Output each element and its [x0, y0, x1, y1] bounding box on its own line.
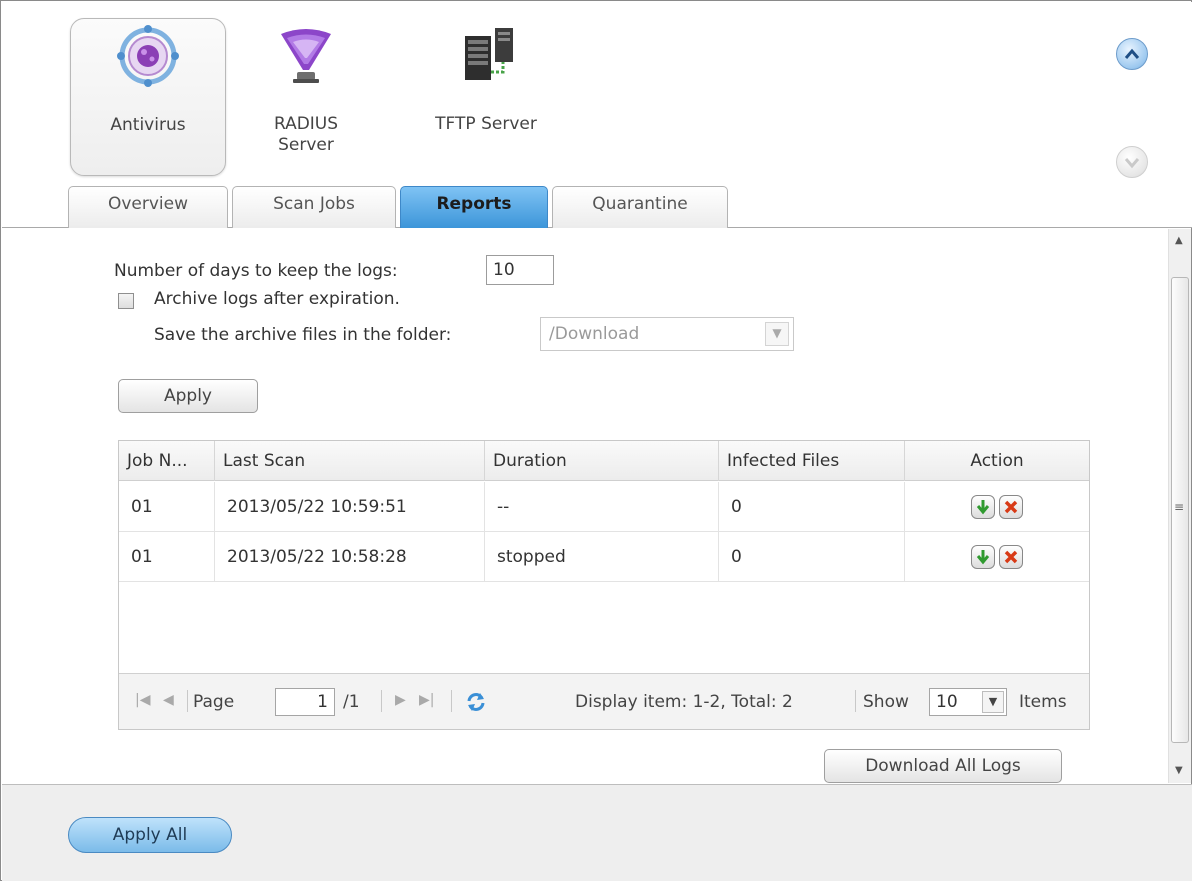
download-icon — [976, 500, 990, 515]
page-size-select[interactable]: 10 ▼ — [929, 688, 1007, 716]
tab-scan-jobs[interactable]: Scan Jobs — [232, 186, 396, 228]
table-header: Job N... Last Scan Duration Infected Fil… — [119, 441, 1089, 481]
cell-infected-files: 0 — [719, 532, 905, 582]
page-number-input[interactable] — [275, 688, 335, 716]
content-scrollbar[interactable]: ▲ ≡ ▼ — [1168, 229, 1191, 783]
table-row[interactable]: 01 2013/05/22 10:59:51 -- 0 — [119, 482, 1089, 532]
chevron-down-icon — [1124, 158, 1140, 169]
tab-overview[interactable]: Overview — [68, 186, 228, 228]
column-header-action[interactable]: Action — [905, 441, 1089, 481]
tab-strip: Overview Scan Jobs Reports Quarantine — [2, 186, 1192, 228]
column-header-job-name[interactable]: Job N... — [119, 441, 215, 481]
download-log-button[interactable] — [971, 545, 995, 569]
last-page-icon[interactable]: ▶| — [419, 692, 434, 708]
next-page-icon[interactable]: ▶ — [395, 692, 406, 708]
download-log-button[interactable] — [971, 495, 995, 519]
archive-logs-checkbox[interactable] — [118, 293, 134, 309]
tftp-server-icon — [465, 28, 513, 80]
radius-server-icon — [281, 29, 331, 83]
archive-logs-label: Archive logs after expiration. — [154, 289, 400, 309]
cell-duration: stopped — [485, 532, 719, 582]
download-all-logs-button[interactable]: Download All Logs — [824, 749, 1062, 783]
app-label: RADIUS Server — [273, 114, 339, 155]
items-label: Items — [1019, 692, 1067, 712]
days-to-keep-label: Number of days to keep the logs: — [114, 261, 398, 281]
archive-folder-value: /Download — [549, 324, 640, 344]
pager-separator — [451, 690, 452, 712]
table-row[interactable]: 01 2013/05/22 10:58:28 stopped 0 — [119, 532, 1089, 582]
app-tile-tftp-server[interactable]: TFTP Server — [406, 18, 566, 176]
delete-log-button[interactable] — [999, 495, 1023, 519]
app-tile-antivirus[interactable]: Antivirus — [70, 18, 226, 176]
refresh-icon[interactable] — [465, 691, 487, 713]
cell-infected-files: 0 — [719, 482, 905, 532]
cell-job: 01 — [119, 532, 215, 582]
archive-folder-label: Save the archive files in the folder: — [154, 325, 452, 345]
cell-job: 01 — [119, 482, 215, 532]
pager-separator — [381, 690, 382, 712]
delete-icon — [1004, 500, 1018, 514]
column-header-duration[interactable]: Duration — [485, 441, 719, 481]
column-header-last-scan[interactable]: Last Scan — [215, 441, 485, 481]
cell-last-scan: 2013/05/22 10:58:28 — [215, 532, 485, 582]
app-scroll-up-button[interactable] — [1116, 38, 1148, 70]
antivirus-icon — [117, 25, 179, 87]
page-size-value: 10 — [936, 692, 958, 712]
apply-button[interactable]: Apply — [118, 379, 258, 413]
chevron-down-icon: ▼ — [982, 691, 1004, 713]
chevron-down-icon: ▼ — [765, 322, 789, 346]
scroll-up-arrow-icon[interactable]: ▲ — [1175, 235, 1183, 246]
reports-panel: Number of days to keep the logs: Archive… — [2, 229, 1168, 783]
app-label: TFTP Server — [435, 114, 537, 134]
cell-duration: -- — [485, 482, 719, 532]
chevron-up-icon — [1124, 48, 1140, 59]
app-scroll-down-button[interactable] — [1116, 146, 1148, 178]
display-item-count: Display item: 1-2, Total: 2 — [575, 692, 793, 712]
page-total: /1 — [343, 692, 360, 712]
window-frame: Antivirus RADIUS Server TFTP Server Over… — [0, 0, 1192, 881]
apply-all-button[interactable]: Apply All — [68, 817, 232, 853]
column-header-infected-files[interactable]: Infected Files — [719, 441, 905, 481]
show-label: Show — [863, 692, 909, 712]
download-icon — [976, 550, 990, 565]
tab-reports[interactable]: Reports — [400, 186, 548, 228]
cell-last-scan: 2013/05/22 10:59:51 — [215, 482, 485, 532]
app-label: Antivirus — [110, 115, 186, 135]
pager-separator — [187, 690, 188, 712]
previous-page-icon[interactable]: ◀ — [163, 692, 174, 708]
delete-icon — [1004, 550, 1018, 564]
pager-separator — [855, 690, 856, 712]
scrollbar-grip-icon: ≡ — [1174, 500, 1185, 514]
page-label: Page — [193, 692, 235, 712]
footer-bar: Apply All — [2, 784, 1192, 881]
delete-log-button[interactable] — [999, 545, 1023, 569]
first-page-icon[interactable]: |◀ — [135, 692, 150, 708]
days-to-keep-input[interactable] — [486, 255, 554, 285]
scroll-down-arrow-icon[interactable]: ▼ — [1175, 765, 1183, 776]
archive-folder-select[interactable]: /Download ▼ — [540, 317, 794, 351]
app-tile-radius-server[interactable]: RADIUS Server — [228, 18, 384, 176]
reports-table: Job N... Last Scan Duration Infected Fil… — [118, 440, 1090, 730]
tab-quarantine[interactable]: Quarantine — [552, 186, 728, 228]
pagination-bar: |◀ ◀ Page /1 ▶ ▶| Display item: 1-2, Tot… — [119, 673, 1089, 729]
